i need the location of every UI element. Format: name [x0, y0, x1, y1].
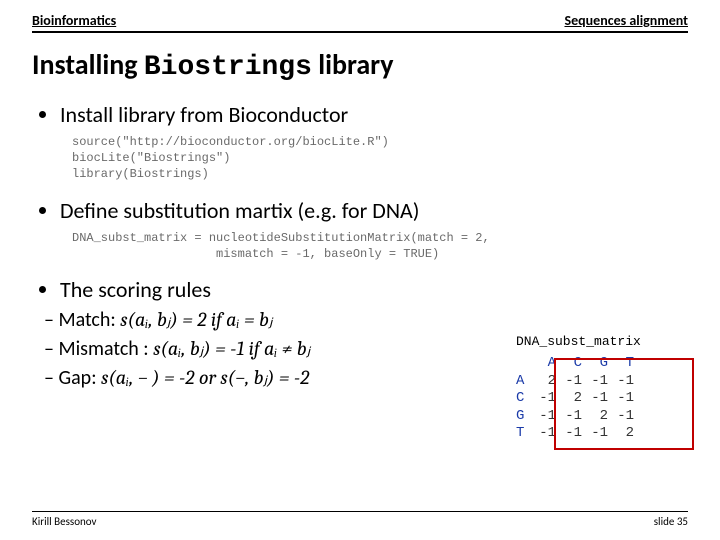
rule-gap: Gap: s(aᵢ, − ) = -2 or s(−, bⱼ) = -2: [44, 365, 512, 390]
bullet-define-matrix: Define substitution martix (e.g. for DNA…: [60, 197, 688, 224]
matrix-table: ACGT A2-1-1-1 C-12-1-1 G-1-12-1 T-1-1-12: [516, 355, 696, 443]
header-left: Bioinformatics: [32, 12, 116, 29]
rule-mismatch-label: Mismatch :: [58, 337, 153, 361]
footer-rule: [32, 511, 688, 512]
rule-mismatch: Mismatch : s(aᵢ, bⱼ) = -1 if aᵢ ≠ bⱼ: [44, 336, 512, 361]
slide-title: Installing Biostrings library: [0, 33, 720, 89]
rule-match: Match: s(aᵢ, bⱼ) = 2 if aᵢ = bⱼ: [44, 307, 512, 332]
matrix-col-C: C: [556, 355, 582, 373]
matrix-var-name: DNA_subst_matrix: [516, 334, 696, 349]
matrix-row-T: T-1-1-12: [516, 425, 696, 443]
matrix-row-G: G-1-12-1: [516, 408, 696, 426]
title-pre: Installing: [32, 47, 144, 82]
title-mono: Biostrings: [144, 52, 312, 83]
rule-match-label: Match:: [58, 308, 120, 332]
footer-slide-number: slide 35: [654, 515, 688, 528]
matrix-row-A: A2-1-1-1: [516, 373, 696, 391]
code-install: source("http://bioconductor.org/biocLite…: [32, 130, 688, 191]
matrix-header-row: ACGT: [516, 355, 696, 373]
rule-gap-eq: s(aᵢ, − ) = -2 or s(−, bⱼ) = -2: [101, 366, 309, 389]
rule-mismatch-eq: s(aᵢ, bⱼ) = -1 if aᵢ ≠ bⱼ: [153, 337, 310, 360]
matrix-col-A: A: [530, 355, 556, 373]
header-right: Sequences alignment: [564, 12, 688, 29]
bullet-scoring: The scoring rules: [60, 276, 688, 303]
rule-match-eq: s(aᵢ, bⱼ) = 2 if aᵢ = bⱼ: [120, 308, 272, 331]
slide-header: Bioinformatics Sequences alignment: [0, 0, 720, 29]
footer-author: Kirill Bessonov: [32, 515, 97, 528]
substitution-matrix: DNA_subst_matrix ACGT A2-1-1-1 C-12-1-1 …: [516, 334, 696, 443]
slide-footer: Kirill Bessonov slide 35: [32, 511, 688, 528]
matrix-col-T: T: [608, 355, 634, 373]
matrix-col-G: G: [582, 355, 608, 373]
matrix-row-C: C-12-1-1: [516, 390, 696, 408]
bullet-install: Install library from Bioconductor: [60, 101, 688, 128]
rule-gap-label: Gap:: [58, 366, 101, 390]
title-post: library: [312, 47, 394, 82]
code-matrix: DNA_subst_matrix = nucleotideSubstitutio…: [32, 226, 688, 270]
